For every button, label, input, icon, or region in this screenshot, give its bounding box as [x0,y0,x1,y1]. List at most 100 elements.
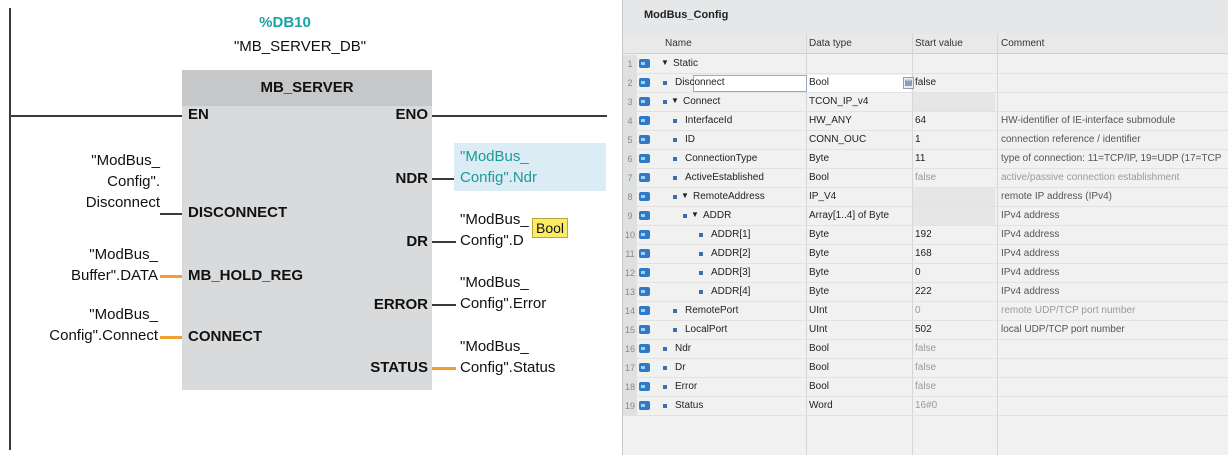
variable-comment[interactable]: IPv4 address [1001,267,1059,278]
header-comment[interactable]: Comment [1001,38,1044,49]
row-number[interactable]: 9 [623,207,637,225]
variable-start-value[interactable]: 11 [915,153,925,164]
header-start-value[interactable]: Start value [915,38,963,49]
row-number[interactable]: 7 [623,169,637,187]
variable-comment[interactable]: remote UDP/TCP port number [1001,305,1135,316]
variable-name[interactable]: InterfaceId [685,115,732,126]
variable-data-type[interactable]: Byte [809,229,829,240]
variable-name[interactable]: LocalPort [685,324,727,335]
variable-data-type[interactable]: HW_ANY [809,115,852,126]
variable-start-value[interactable]: 0 [915,267,921,278]
expand-triangle-icon[interactable]: ▼ [681,191,689,200]
table-row[interactable]: 10 ADDR[1] Byte 192 IPv4 address [623,226,1228,245]
variable-start-value[interactable]: 1 [915,134,921,145]
operand-connect[interactable]: "ModBus_ Config".Connect [10,304,158,346]
variable-data-type[interactable]: UInt [809,305,827,316]
variable-comment[interactable]: connection reference / identifier [1001,134,1141,145]
variable-start-value[interactable]: 192 [915,229,932,240]
row-number[interactable]: 3 [623,93,637,111]
expand-triangle-icon[interactable]: ▼ [691,210,699,219]
row-number[interactable]: 8 [623,188,637,206]
variable-name[interactable]: Connect [683,96,720,107]
variable-data-type[interactable]: Byte [809,286,829,297]
row-number[interactable]: 17 [623,359,637,377]
mb-server-block[interactable]: MB_SERVER EN DISCONNECT MB_HOLD_REG CONN… [182,70,432,390]
variable-start-value[interactable]: 16#0 [915,400,937,411]
pin-eno[interactable]: ENO [395,106,428,123]
table-row[interactable]: 4 InterfaceId HW_ANY 64 HW-identifier of IE-… [623,112,1228,131]
instance-db-number[interactable]: %DB10 [245,14,325,31]
variable-comment[interactable]: local UDP/TCP port number [1001,324,1125,335]
table-row[interactable]: 11 ADDR[2] Byte 168 IPv4 address [623,245,1228,264]
variable-start-value[interactable]: false [915,77,936,88]
header-data-type[interactable]: Data type [809,38,852,49]
variable-start-value[interactable]: 64 [915,115,926,126]
variable-data-type[interactable]: CONN_OUC [809,134,866,145]
pin-dr[interactable]: DR [406,233,428,250]
table-row[interactable]: 7 ActiveEstablished Bool false active/passiv… [623,169,1228,188]
variable-start-value[interactable]: 0 [915,305,921,316]
variable-data-type[interactable]: Byte [809,248,829,259]
variable-comment[interactable]: IPv4 address [1001,229,1059,240]
row-number[interactable]: 1 [623,55,637,73]
variable-name[interactable]: ADDR [703,210,731,221]
operand-dr[interactable]: "ModBus_ Config".D [460,209,600,251]
pin-en[interactable]: EN [188,106,209,123]
variable-name[interactable]: ActiveEstablished [685,172,764,183]
operand-error[interactable]: "ModBus_ Config".Error [460,272,600,314]
row-number[interactable]: 4 [623,112,637,130]
table-row[interactable]: 17 Dr Bool false [623,359,1228,378]
variable-data-type[interactable]: Bool [809,77,829,88]
variable-start-value[interactable]: 168 [915,248,932,259]
variable-data-type[interactable]: TCON_IP_v4 [809,96,868,107]
pin-mb-hold-reg[interactable]: MB_HOLD_REG [188,267,303,284]
variable-name[interactable]: Disconnect [675,77,724,88]
table-row[interactable]: 14 RemotePort UInt 0 remote UDP/TCP port num… [623,302,1228,321]
expand-triangle-icon[interactable]: ▼ [671,96,679,105]
header-name[interactable]: Name [665,38,692,49]
table-row[interactable]: 9 ▼ ADDR Array[1..4] of Byte IPv4 address [623,207,1228,226]
variable-name[interactable]: Status [675,400,703,411]
operand-ndr[interactable]: "ModBus_ Config".Ndr [460,146,600,188]
pin-connect[interactable]: CONNECT [188,328,262,345]
variable-name[interactable]: Ndr [675,343,691,354]
row-number[interactable]: 14 [623,302,637,320]
row-number[interactable]: 2 [623,74,637,92]
variable-name[interactable]: Dr [675,362,686,373]
variable-name[interactable]: ID [685,134,695,145]
variable-name[interactable]: ADDR[3] [711,267,750,278]
table-row[interactable]: 1 ▼ Static [623,55,1228,74]
operand-mb-hold-reg[interactable]: "ModBus_ Buffer".DATA [30,244,158,286]
row-number[interactable]: 6 [623,150,637,168]
table-row[interactable]: 13 ADDR[4] Byte 222 IPv4 address [623,283,1228,302]
row-number[interactable]: 13 [623,283,637,301]
table-row[interactable]: 16 Ndr Bool false [623,340,1228,359]
operand-disconnect[interactable]: "ModBus_ Config". Disconnect [40,150,160,213]
variable-data-type[interactable]: Bool [809,362,829,373]
variable-comment[interactable]: HW-identifier of IE-interface submodule [1001,115,1175,126]
row-number[interactable]: 10 [623,226,637,244]
variable-start-value[interactable]: false [915,381,936,392]
variable-data-type[interactable]: Byte [809,267,829,278]
row-number[interactable]: 18 [623,378,637,396]
variable-start-value[interactable]: false [915,362,936,373]
variable-comment[interactable]: active/passive connection establishment [1001,172,1179,183]
table-row[interactable]: 6 ConnectionType Byte 11 type of connection:… [623,150,1228,169]
variable-name[interactable]: ConnectionType [685,153,757,164]
variable-comment[interactable]: IPv4 address [1001,210,1059,221]
variable-start-value[interactable]: false [915,343,936,354]
variable-start-value[interactable]: 502 [915,324,932,335]
pin-error[interactable]: ERROR [374,296,428,313]
table-row[interactable]: 15 LocalPort UInt 502 local UDP/TCP port num… [623,321,1228,340]
variable-name[interactable]: ADDR[1] [711,229,750,240]
variable-data-type[interactable]: UInt [809,324,827,335]
variable-data-type[interactable]: Word [809,400,833,411]
variable-data-type[interactable]: IP_V4 [809,191,836,202]
variable-data-type[interactable]: Bool [809,381,829,392]
row-number[interactable]: 19 [623,397,637,415]
instance-db-name[interactable]: "MB_SERVER_DB" [215,38,385,55]
data-type-picker-button[interactable]: ▤ [903,77,914,89]
table-row[interactable]: 3 ▼ Connect TCON_IP_v4 [623,93,1228,112]
pin-ndr[interactable]: NDR [396,170,429,187]
row-number[interactable]: 16 [623,340,637,358]
